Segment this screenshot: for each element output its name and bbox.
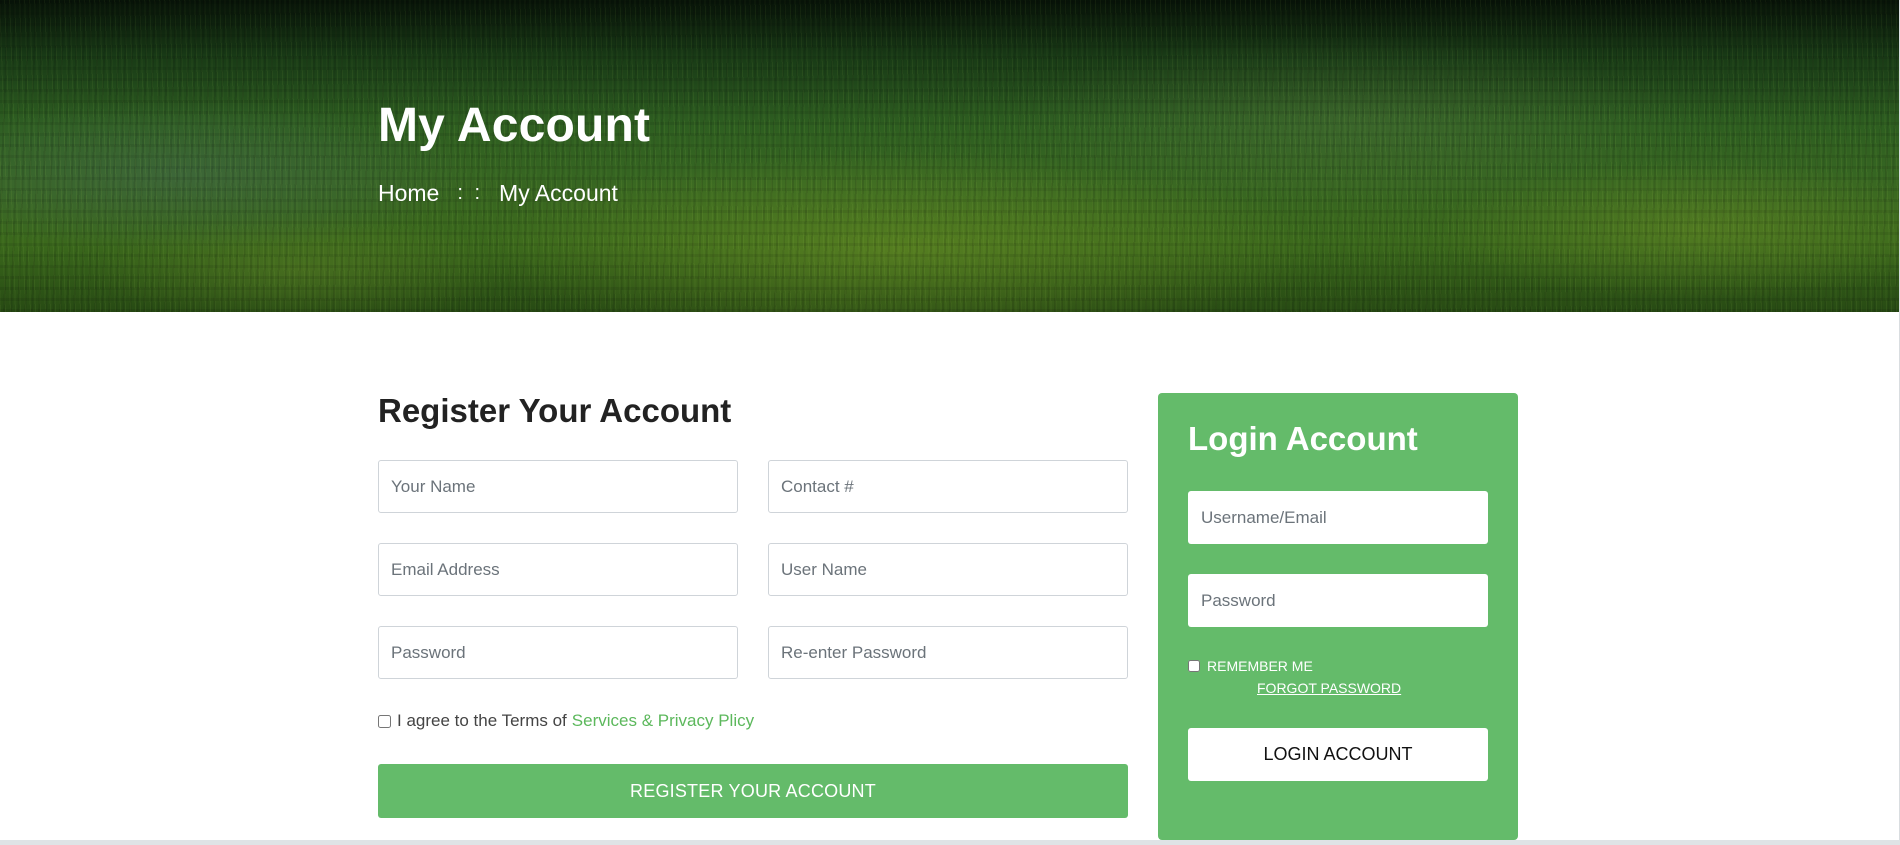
terms-text: I agree to the Terms of bbox=[397, 711, 567, 730]
register-username-input[interactable] bbox=[768, 543, 1128, 596]
page: My Account Home : : My Account Register … bbox=[0, 0, 1900, 845]
register-password-input[interactable] bbox=[378, 626, 738, 679]
terms-privacy-link[interactable]: Services & Privacy Plicy bbox=[572, 711, 754, 731]
register-button[interactable]: REGISTER YOUR ACCOUNT bbox=[378, 764, 1128, 818]
remember-me: REMEMBER ME bbox=[1188, 658, 1313, 674]
login-username-input[interactable] bbox=[1188, 491, 1488, 544]
breadcrumb-current: My Account bbox=[499, 180, 618, 206]
register-reenter-password-input[interactable] bbox=[768, 626, 1128, 679]
register-contact-input[interactable] bbox=[768, 460, 1128, 513]
hero-shade bbox=[0, 0, 1900, 312]
register-title: Register Your Account bbox=[378, 392, 732, 429]
forgot-password-link[interactable]: FORGOT PASSWORD bbox=[1257, 680, 1401, 696]
bottom-divider bbox=[0, 840, 1900, 845]
terms-agreement: I agree to the Terms of Services & Priva… bbox=[378, 711, 754, 731]
breadcrumb-home-link[interactable]: Home bbox=[378, 180, 439, 207]
login-title: Login Account bbox=[1188, 420, 1418, 457]
hero-banner: My Account Home : : My Account bbox=[0, 0, 1900, 312]
remember-me-checkbox[interactable] bbox=[1188, 660, 1200, 672]
register-name-input[interactable] bbox=[378, 460, 738, 513]
breadcrumb: Home : : My Account bbox=[378, 180, 618, 207]
breadcrumb-separator: : : bbox=[457, 182, 484, 204]
remember-me-label: REMEMBER ME bbox=[1207, 658, 1313, 674]
login-card: Login Account REMEMBER ME FORGOT PASSWOR… bbox=[1158, 393, 1518, 840]
page-title: My Account bbox=[378, 99, 651, 152]
terms-checkbox[interactable] bbox=[378, 714, 391, 728]
register-email-input[interactable] bbox=[378, 543, 738, 596]
login-button[interactable]: LOGIN ACCOUNT bbox=[1188, 728, 1488, 781]
login-password-input[interactable] bbox=[1188, 574, 1488, 627]
